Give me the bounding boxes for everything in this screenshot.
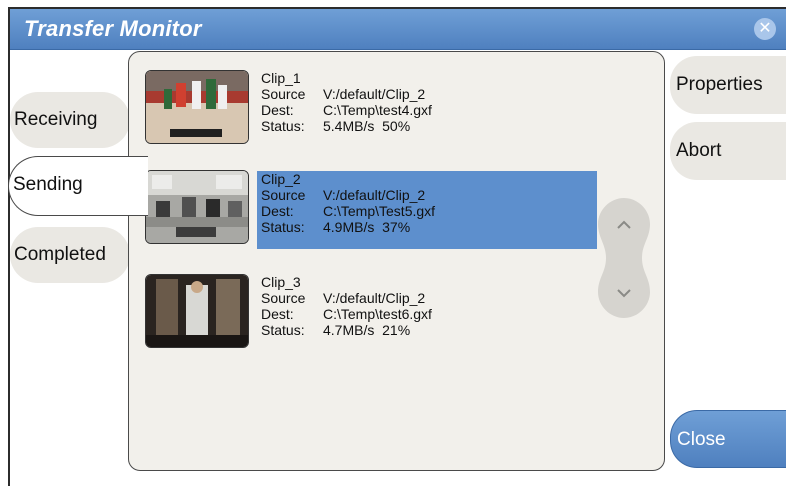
properties-label: Properties: [676, 74, 763, 95]
clip-1-info: Clip_1 Source V:/default/Clip_2 Dest: C:\T…: [261, 70, 597, 148]
window-title: Transfer Monitor: [24, 16, 202, 41]
status-value: 4.9MB/s 37%: [323, 219, 411, 235]
clip-name: Clip_2: [261, 171, 301, 187]
transfer-list-panel: Clip_1 Source V:/default/Clip_2 Dest: C:\T…: [128, 51, 665, 471]
transfer-item-clip-2[interactable]: Clip_2 Source V:/default/Clip_2 Dest: C:\T…: [145, 170, 597, 249]
scroll-down-button[interactable]: [598, 264, 650, 320]
transfer-item-clip-1[interactable]: Clip_1 Source V:/default/Clip_2 Dest: C:\T…: [145, 70, 579, 148]
close-label: Close: [677, 429, 726, 450]
dest-value: C:\Temp\test4.gxf: [323, 102, 432, 118]
clip-2-thumbnail: [145, 170, 249, 244]
tab-sending-label: Sending: [13, 174, 83, 195]
sending-tab-connector: [127, 157, 133, 215]
status-label: Status:: [261, 118, 305, 134]
clip-name: Clip_1: [261, 70, 301, 86]
chevron-down-icon: [617, 289, 631, 298]
dest-label: Dest:: [261, 306, 294, 322]
title-bar: Transfer Monitor ✕: [10, 9, 786, 50]
status-label: Status:: [261, 219, 305, 235]
clip-3-thumbnail: [145, 274, 249, 348]
dest-label: Dest:: [261, 203, 294, 219]
source-value: V:/default/Clip_2: [323, 187, 426, 203]
source-label: Source: [261, 290, 306, 306]
source-label: Source: [261, 86, 306, 102]
chevron-up-icon: [617, 220, 631, 229]
status-label: Status:: [261, 322, 305, 338]
transfer-item-clip-3[interactable]: Clip_3 Source V:/default/Clip_2 Dest: C:\T…: [145, 274, 579, 352]
close-button[interactable]: Close: [670, 410, 786, 468]
source-value: V:/default/Clip_2: [323, 290, 426, 306]
source-label: Source: [261, 187, 306, 203]
tab-receiving-label: Receiving: [14, 109, 98, 130]
clip-1-thumbnail: [145, 70, 249, 144]
tab-receiving[interactable]: Receiving: [10, 92, 130, 148]
properties-button[interactable]: Properties: [670, 56, 786, 114]
source-value: V:/default/Clip_2: [323, 86, 426, 102]
dest-value: C:\Temp\test6.gxf: [323, 306, 432, 322]
status-value: 4.7MB/s 21%: [323, 322, 411, 338]
dest-label: Dest:: [261, 102, 294, 118]
abort-button[interactable]: Abort: [670, 122, 786, 180]
scroll-up-button[interactable]: [598, 198, 650, 254]
clip-3-info: Clip_3 Source V:/default/Clip_2 Dest: C:\T…: [261, 274, 597, 352]
dest-value: C:\Temp\Test5.gxf: [323, 203, 436, 219]
status-value: 5.4MB/s 50%: [323, 118, 411, 134]
close-icon[interactable]: ✕: [754, 18, 776, 40]
clip-name: Clip_3: [261, 274, 301, 290]
abort-label: Abort: [676, 140, 722, 161]
clip-2-info: Clip_2 Source V:/default/Clip_2 Dest: C:\T…: [257, 171, 597, 249]
tab-completed[interactable]: Completed: [10, 227, 130, 283]
tab-completed-label: Completed: [14, 244, 106, 265]
